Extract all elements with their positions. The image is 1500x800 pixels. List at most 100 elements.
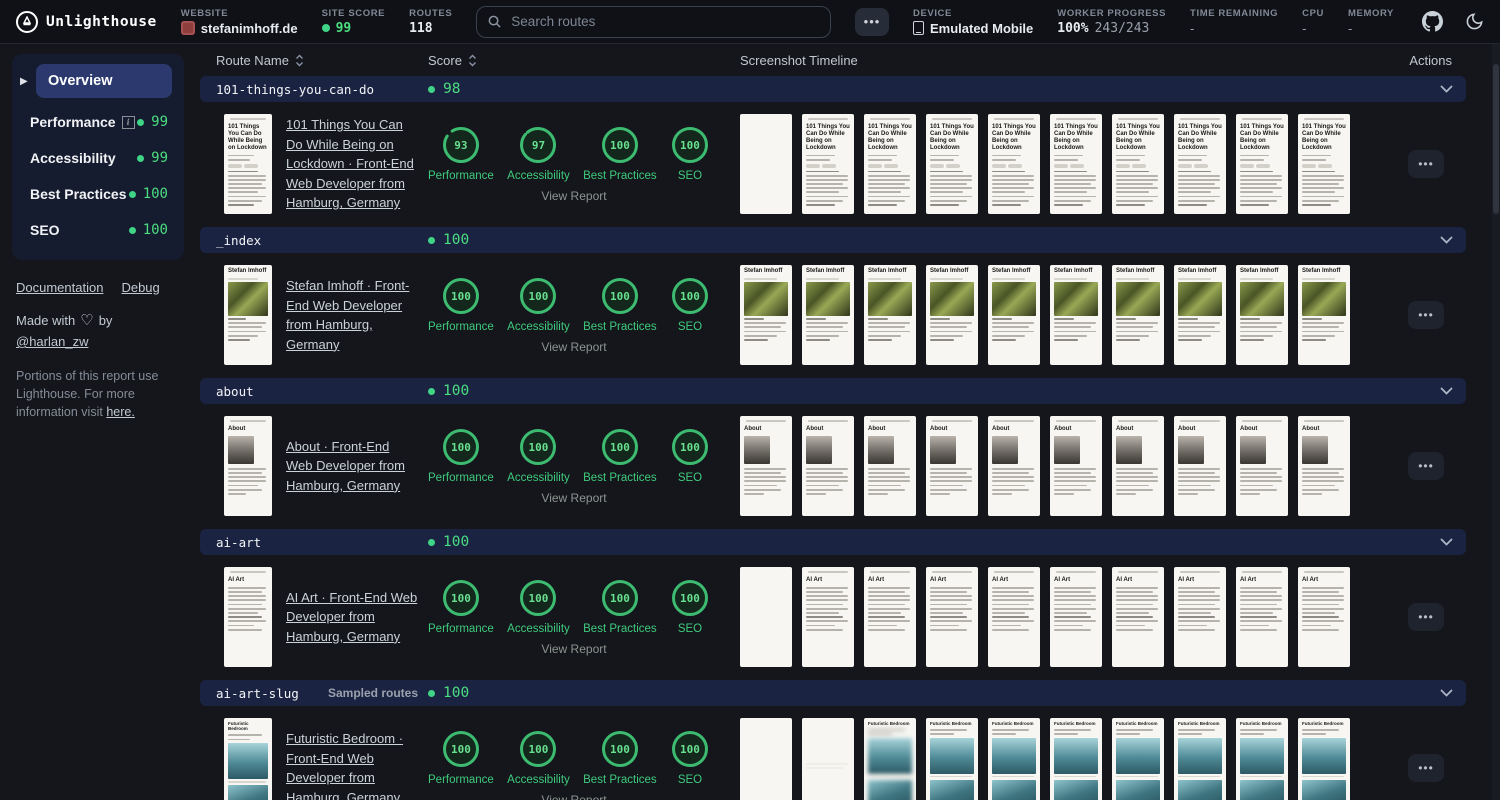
- score-gauge-best-practices: 100 Best Practices: [583, 427, 657, 484]
- chevron-down-icon[interactable]: [1426, 538, 1466, 546]
- timeline-screenshot-about: About: [802, 416, 854, 516]
- dark-mode-moon-icon[interactable]: [1465, 12, 1484, 31]
- documentation-link[interactable]: Documentation: [16, 280, 103, 295]
- chevron-down-icon[interactable]: [1426, 689, 1466, 697]
- column-score[interactable]: Score: [428, 53, 720, 68]
- view-report-link[interactable]: View Report: [541, 189, 606, 203]
- timeline-screenshot-_index: Stefan Imhoff: [1174, 265, 1226, 365]
- heart-icon: ♡: [80, 312, 94, 329]
- group-bar-ai-art-slug[interactable]: ai-art-slug Sampled routes 100: [200, 680, 1466, 706]
- view-report-link[interactable]: View Report: [541, 491, 606, 505]
- view-report-link[interactable]: View Report: [541, 340, 606, 354]
- row-actions-button[interactable]: •••: [1408, 150, 1444, 178]
- timeline-screenshot-_index: Stefan Imhoff: [1298, 265, 1350, 365]
- score-gauge-accessibility: 100 Accessibility: [507, 427, 570, 484]
- table-header: Route Name Score Screenshot Timeline Act…: [200, 44, 1466, 76]
- timeline-screenshot-about: About: [1236, 416, 1288, 516]
- route-page-link[interactable]: Futuristic Bedroom · Front-End Web Devel…: [286, 729, 418, 800]
- collapse-caret-icon[interactable]: ▶: [20, 76, 30, 87]
- group-route-name: _index: [216, 232, 262, 248]
- score-dot-icon: [137, 118, 145, 126]
- screenshot-timeline: 101 Things You Can Do While Being on Loc…: [720, 114, 1386, 214]
- timeline-screenshot-101-things-you-can-do: 101 Things You Can Do While Being on Loc…: [864, 114, 916, 214]
- group-route-name: ai-art: [216, 534, 262, 550]
- score-gauge-seo: 100 SEO: [670, 729, 710, 786]
- timeline-screenshot-ai-art: AI Art: [1174, 567, 1226, 667]
- route-row-_index: Stefan Imhoff Stefan Imhoff · Front-End …: [200, 259, 1466, 371]
- group-bar-101-things-you-can-do[interactable]: 101-things-you-can-do 98: [200, 76, 1466, 102]
- header-more-button[interactable]: •••: [854, 7, 889, 36]
- chevron-down-icon[interactable]: [1426, 236, 1466, 244]
- group-bar-about[interactable]: about 100: [200, 378, 1466, 404]
- row-actions-button[interactable]: •••: [1408, 603, 1444, 631]
- site-score-value: 99: [335, 20, 352, 36]
- score-gauge-performance: 100 Performance: [428, 729, 494, 786]
- sort-icon[interactable]: [295, 54, 304, 67]
- timeline-screenshot-ai-art-slug: Futuristic Bedroom: [1298, 718, 1350, 800]
- app-name: Unlighthouse: [46, 13, 157, 30]
- site-score-stat: SITE SCORE 99: [321, 7, 386, 36]
- timeline-screenshot-ai-art: AI Art: [802, 567, 854, 667]
- route-thumbnail: 101 Things You Can Do While Being on Loc…: [224, 114, 272, 214]
- timeline-screenshot-101-things-you-can-do: 101 Things You Can Do While Being on Loc…: [802, 114, 854, 214]
- view-report-link[interactable]: View Report: [541, 642, 606, 656]
- score-gauge-accessibility: 97 Accessibility: [507, 125, 570, 182]
- route-page-link[interactable]: 101 Things You Can Do While Being on Loc…: [286, 115, 418, 213]
- route-page-link[interactable]: AI Art · Front-End Web Developer from Ha…: [286, 588, 418, 647]
- sort-icon[interactable]: [468, 54, 477, 67]
- row-actions-button[interactable]: •••: [1408, 452, 1444, 480]
- lighthouse-disclaimer: Portions of this report use Lighthouse. …: [16, 369, 159, 420]
- search-input[interactable]: [476, 5, 831, 38]
- score-gauge-best-practices: 100 Best Practices: [583, 125, 657, 182]
- routes-table: Route Name Score Screenshot Timeline Act…: [196, 44, 1500, 800]
- score-gauge-performance: 100 Performance: [428, 578, 494, 635]
- route-group-about: about 100 About About · Front-End Web De…: [200, 378, 1466, 522]
- group-bar-_index[interactable]: _index 100: [200, 227, 1466, 253]
- group-bar-ai-art[interactable]: ai-art 100: [200, 529, 1466, 555]
- route-thumbnail: Stefan Imhoff: [224, 265, 272, 365]
- sidebar: ▶ Overview Performance i 99 Accessibility…: [0, 44, 196, 800]
- debug-link[interactable]: Debug: [121, 280, 159, 295]
- device-stat: DEVICE Emulated Mobile: [912, 7, 1034, 36]
- route-page-link[interactable]: About · Front-End Web Developer from Ham…: [286, 437, 418, 496]
- route-group-ai-art-slug: ai-art-slug Sampled routes 100 Futuristi…: [200, 680, 1466, 800]
- sidebar-nav-panel: ▶ Overview Performance i 99 Accessibility…: [12, 54, 184, 260]
- timeline-screenshot-_index: Stefan Imhoff: [802, 265, 854, 365]
- sidebar-item-overview[interactable]: Overview: [36, 64, 172, 98]
- route-row-101-things-you-can-do: 101 Things You Can Do While Being on Loc…: [200, 108, 1466, 220]
- sidebar-item-accessibility[interactable]: Accessibility 99: [20, 140, 172, 176]
- vertical-scrollbar[interactable]: [1492, 44, 1500, 800]
- timeline-screenshot-ai-art: AI Art: [1112, 567, 1164, 667]
- timeline-screenshot-101-things-you-can-do: 101 Things You Can Do While Being on Loc…: [1236, 114, 1288, 214]
- chevron-down-icon[interactable]: [1426, 387, 1466, 395]
- sidebar-item-performance[interactable]: Performance i 99: [20, 104, 172, 140]
- column-route-name[interactable]: Route Name: [200, 53, 428, 68]
- sidebar-item-best-practices[interactable]: Best Practices 100: [20, 176, 172, 212]
- timeline-screenshot-ai-art: AI Art: [1050, 567, 1102, 667]
- route-page-link[interactable]: Stefan Imhoff · Front-End Web Developer …: [286, 276, 418, 354]
- score-gauge-accessibility: 100 Accessibility: [507, 276, 570, 333]
- score-dot-icon: [428, 538, 435, 546]
- timeline-screenshot-about: About: [1298, 416, 1350, 516]
- timeline-screenshot-101-things-you-can-do: 101 Things You Can Do While Being on Loc…: [1174, 114, 1226, 214]
- chevron-down-icon[interactable]: [1426, 85, 1466, 93]
- sidebar-item-seo[interactable]: SEO 100: [20, 212, 172, 248]
- memory-stat: MEMORY -: [1348, 7, 1394, 36]
- search-icon: [488, 15, 501, 28]
- view-report-link[interactable]: View Report: [541, 793, 606, 800]
- group-score: 100: [428, 685, 1426, 701]
- row-actions-button[interactable]: •••: [1408, 301, 1444, 329]
- timeline-screenshot-_index: Stefan Imhoff: [1236, 265, 1288, 365]
- timeline-screenshot-ai-art-slug: Futuristic Bedroom: [1174, 718, 1226, 800]
- app-logo: Unlighthouse: [16, 10, 157, 33]
- timeline-screenshot-_index: Stefan Imhoff: [926, 265, 978, 365]
- score-gauge-best-practices: 100 Best Practices: [583, 578, 657, 635]
- timeline-screenshot-ai-art-slug: Futuristic Bedroom: [988, 718, 1040, 800]
- scrollbar-thumb[interactable]: [1493, 64, 1499, 214]
- route-group-_index: _index 100 Stefan Imhoff Stefan Imhoff ·…: [200, 227, 1466, 371]
- row-actions-button[interactable]: •••: [1408, 754, 1444, 782]
- github-icon[interactable]: [1422, 11, 1443, 32]
- timeline-screenshot-ai-art: [740, 567, 792, 667]
- author-link[interactable]: @harlan_zw: [16, 334, 88, 349]
- here-link[interactable]: here.: [106, 405, 135, 419]
